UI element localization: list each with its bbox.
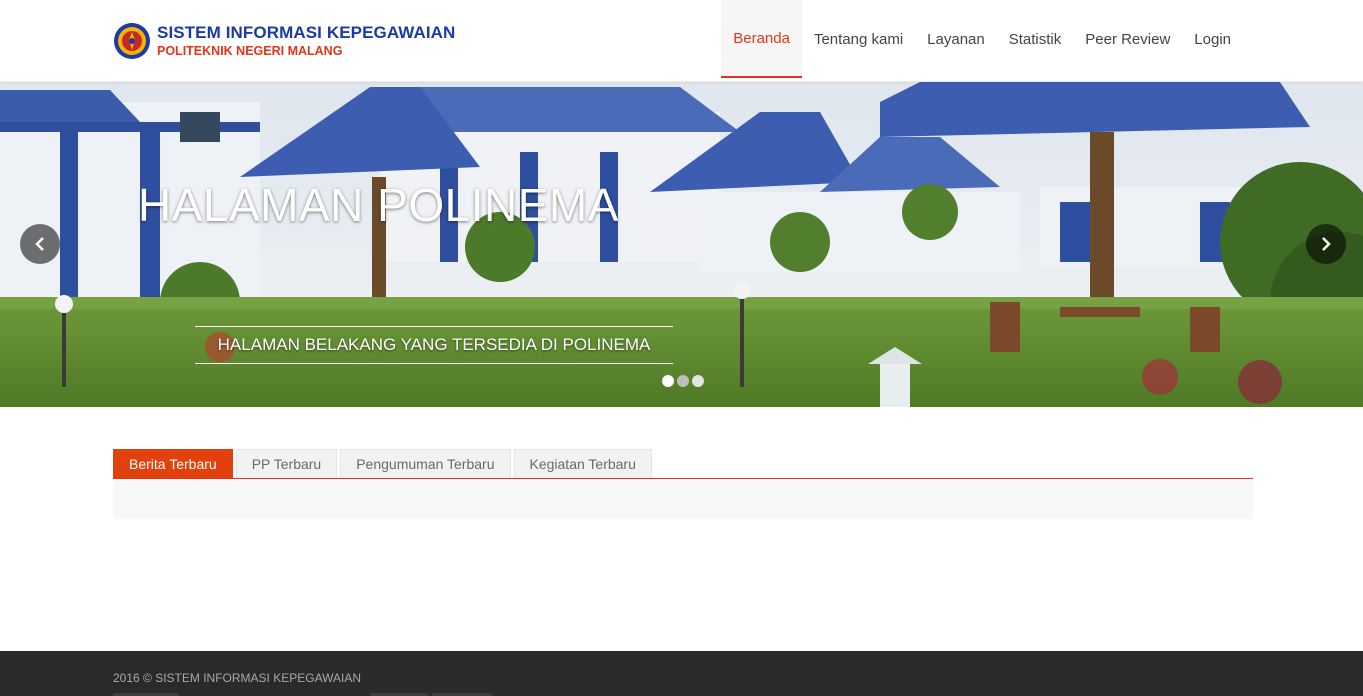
nav-item-beranda[interactable]: Beranda [721,0,802,78]
brand[interactable]: SISTEM INFORMASI KEPEGAWAIAN POLITEKNIK … [113,20,455,62]
carousel-indicator-2[interactable] [677,375,689,387]
hero-carousel: HALAMAN POLINEMA HALAMAN BELAKANG YANG T… [0,82,1363,407]
slide-title: HALAMAN POLINEMA [138,179,619,231]
chevron-left-icon [35,237,44,251]
site-header: SISTEM INFORMASI KEPEGAWAIAN POLITEKNIK … [0,0,1363,82]
tab-kegiatan-terbaru[interactable]: Kegiatan Terbaru [513,449,652,478]
brand-subtitle: POLITEKNIK NEGERI MALANG [157,44,343,59]
main-nav: Beranda Tentang kami Layanan Statistik P… [721,0,1243,82]
chevron-right-icon [1322,237,1331,251]
carousel-indicator-1[interactable] [662,375,674,387]
nav-item-statistik[interactable]: Statistik [997,0,1074,78]
carousel-prev-button[interactable] [20,224,60,264]
nav-item-layanan[interactable]: Layanan [915,0,997,78]
news-tabs: Berita Terbaru PP Terbaru Pengumuman Ter… [113,449,1253,479]
brand-title: SISTEM INFORMASI KEPEGAWAIAN [157,23,456,43]
nav-item-peer-review[interactable]: Peer Review [1073,0,1182,78]
tab-pp-terbaru[interactable]: PP Terbaru [235,449,338,478]
tab-berita-terbaru[interactable]: Berita Terbaru [113,449,233,478]
nav-item-login[interactable]: Login [1182,0,1243,78]
nav-item-tentang-kami[interactable]: Tentang kami [802,0,915,78]
carousel-indicators [662,375,704,387]
polinema-seal-icon [113,22,151,60]
footer-copyright: 2016 © SISTEM INFORMASI KEPEGAWAIAN [113,671,362,685]
tab-pengumuman-terbaru[interactable]: Pengumuman Terbaru [340,449,511,478]
slide-caption: HALAMAN BELAKANG YANG TERSEDIA DI POLINE… [195,326,673,364]
tab-content-panel [113,479,1253,519]
carousel-next-button[interactable] [1306,224,1346,264]
carousel-indicator-3[interactable] [692,375,704,387]
site-footer: 2016 © SISTEM INFORMASI KEPEGAWAIAN [0,651,1363,696]
